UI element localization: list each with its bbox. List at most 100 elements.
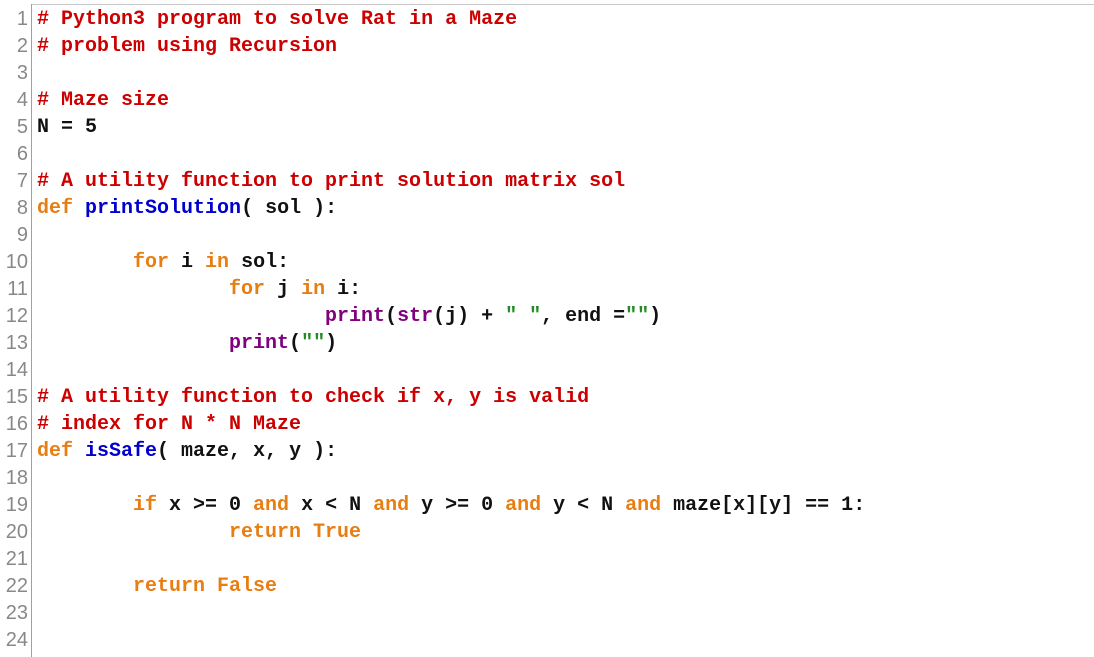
code-line[interactable]: 14 <box>0 357 1094 384</box>
line-number: 14 <box>5 359 28 381</box>
line-code: # Maze size <box>37 87 169 114</box>
code-token: # A utility function to print solution m… <box>37 170 626 193</box>
line-number: 17 <box>5 440 28 462</box>
code-token: and <box>505 494 542 517</box>
line-code: # A utility function to check if x, y is… <box>37 384 589 411</box>
line-number: 18 <box>5 467 28 489</box>
code-line[interactable]: 6 <box>0 141 1094 168</box>
code-token: i <box>169 251 206 274</box>
code-line[interactable]: 22 return False <box>0 573 1094 600</box>
line-number: 4 <box>16 89 28 111</box>
code-token: for <box>133 251 170 274</box>
line-number: 7 <box>16 170 28 192</box>
line-code: # problem using Recursion <box>37 33 337 60</box>
code-token: # A utility function to check if x, y is… <box>37 386 590 409</box>
code-line[interactable]: 8 def printSolution( sol ): <box>0 195 1094 222</box>
code-token: ( <box>385 305 398 328</box>
code-line[interactable]: 16 # index for N * N Maze <box>0 411 1094 438</box>
code-token: N = 5 <box>37 116 98 139</box>
code-token: return True <box>229 521 362 544</box>
line-code: # index for N * N Maze <box>37 411 301 438</box>
line-number: 15 <box>5 386 28 408</box>
code-editor[interactable]: 1 # Python3 program to solve Rat in a Maz… <box>0 0 1094 657</box>
code-token: y < N <box>541 494 626 517</box>
line-number: 13 <box>5 332 28 354</box>
code-token: i: <box>325 278 362 301</box>
line-number: 12 <box>5 305 28 327</box>
code-token: and <box>625 494 662 517</box>
code-line[interactable]: 5 N = 5 <box>0 114 1094 141</box>
line-number: 2 <box>16 35 28 57</box>
code-token: in <box>301 278 326 301</box>
code-token: if <box>133 494 158 517</box>
code-token: ( <box>289 332 302 355</box>
line-number: 6 <box>16 143 28 165</box>
code-token: ) <box>325 332 338 355</box>
line-number: 22 <box>5 575 28 597</box>
code-token: "" <box>301 332 326 355</box>
code-token: # problem using Recursion <box>37 35 338 58</box>
code-token: for <box>229 278 266 301</box>
line-number: 16 <box>5 413 28 435</box>
code-token: print <box>229 332 290 355</box>
code-line[interactable]: 19 if x >= 0 and x < N and y >= 0 and y … <box>0 492 1094 519</box>
code-token: ( sol ): <box>241 197 338 220</box>
editor-top-border <box>31 4 1094 5</box>
code-line[interactable]: 4 # Maze size <box>0 87 1094 114</box>
code-token: ) <box>649 305 662 328</box>
line-number: 9 <box>16 224 28 246</box>
line-number: 11 <box>7 278 28 300</box>
code-token: ( maze, x, y ): <box>157 440 338 463</box>
code-line[interactable]: 10 for i in sol: <box>0 249 1094 276</box>
code-line[interactable]: 15 # A utility function to check if x, y … <box>0 384 1094 411</box>
code-line[interactable]: 9 <box>0 222 1094 249</box>
line-number: 21 <box>5 548 28 570</box>
code-line[interactable]: 13 print("") <box>0 330 1094 357</box>
code-token: # Python3 program to solve Rat in a Maze <box>37 8 518 31</box>
line-number: 23 <box>5 602 28 624</box>
code-token: def <box>37 440 74 463</box>
code-token: isSafe <box>85 440 158 463</box>
line-number: 24 <box>5 629 28 651</box>
code-line[interactable]: 21 <box>0 546 1094 573</box>
code-line[interactable]: 24 <box>0 627 1094 654</box>
line-code: def printSolution( sol ): <box>37 195 337 222</box>
code-line[interactable]: 18 <box>0 465 1094 492</box>
code-token: and <box>253 494 290 517</box>
code-line[interactable]: 11 for j in i: <box>0 276 1094 303</box>
code-line[interactable]: 17 def isSafe( maze, x, y ): <box>0 438 1094 465</box>
code-token: in <box>205 251 230 274</box>
code-token: " " <box>505 305 542 328</box>
line-number: 3 <box>16 62 28 84</box>
code-line[interactable]: 20 return True <box>0 519 1094 546</box>
code-token: def <box>37 197 74 220</box>
code-line[interactable]: 1 # Python3 program to solve Rat in a Maz… <box>0 6 1094 33</box>
code-line[interactable]: 7 # A utility function to print solution … <box>0 168 1094 195</box>
code-line[interactable]: 3 <box>0 60 1094 87</box>
line-code: def isSafe( maze, x, y ): <box>37 438 337 465</box>
line-code: # A utility function to print solution m… <box>37 168 625 195</box>
line-code: if x >= 0 and x < N and y >= 0 and y < N… <box>37 492 865 519</box>
code-token: , end = <box>541 305 626 328</box>
code-token: # Maze size <box>37 89 170 112</box>
code-line[interactable]: 12 print(str(j) + " ", end ="") <box>0 303 1094 330</box>
code-token: x < N <box>289 494 374 517</box>
code-token: and <box>373 494 410 517</box>
line-number: 1 <box>16 8 28 30</box>
code-token: sol: <box>229 251 290 274</box>
code-token: maze[x][y] == 1: <box>661 494 866 517</box>
code-line[interactable]: 23 <box>0 600 1094 627</box>
code-token: printSolution <box>85 197 242 220</box>
code-token: print <box>325 305 386 328</box>
code-token: x >= 0 <box>157 494 254 517</box>
line-code: return True <box>37 519 361 546</box>
code-token: (j) + <box>433 305 506 328</box>
code-line[interactable]: 2 # problem using Recursion <box>0 33 1094 60</box>
